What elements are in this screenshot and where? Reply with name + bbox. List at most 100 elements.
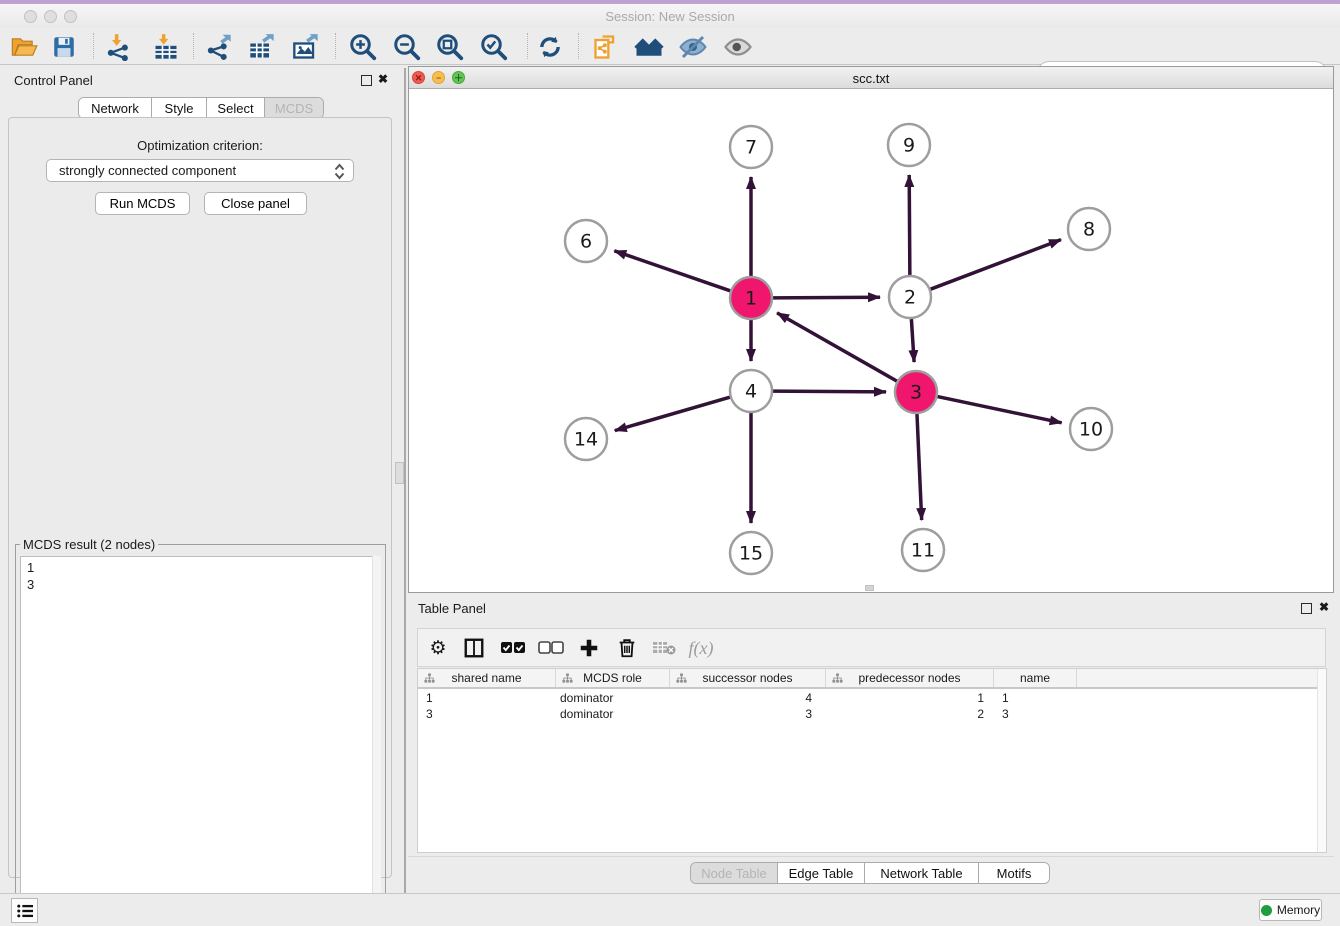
import-table-icon[interactable] [150,31,182,63]
memory-label: Memory [1277,903,1320,917]
table-cell[interactable]: 3 [418,707,556,723]
table-panel: Table Panel ✖ ⚙ f(x) [408,595,1334,888]
graph-node-label-7: 7 [745,137,757,159]
tab-network[interactable]: Network [79,98,152,118]
zoom-out-icon[interactable] [391,31,423,63]
close-panel-button[interactable]: Close panel [204,192,307,215]
refresh-view-icon[interactable] [534,31,566,63]
graph-edge-3-1[interactable] [777,313,897,381]
table-toolbar: ⚙ f(x) [417,628,1326,667]
close-table-panel-icon[interactable]: ✖ [1319,600,1329,614]
graph-node-label-14: 14 [574,429,598,451]
table-cell[interactable]: 3 [994,707,1077,723]
table-cell[interactable]: dominator [556,707,670,723]
save-session-icon[interactable] [48,31,80,63]
column-header-predecessor-nodes[interactable]: predecessor nodes [826,669,994,687]
mcds-result-text[interactable]: 1 3 [20,556,381,920]
split-panel-icon[interactable] [459,633,489,663]
graph-edge-1-2[interactable] [773,297,880,298]
network-resize-handle[interactable] [865,585,874,591]
export-table-icon[interactable] [246,31,278,63]
float-table-panel-icon[interactable] [1301,603,1312,614]
float-panel-icon[interactable] [361,75,372,86]
tab-edge-table[interactable]: Edge Table [778,863,865,883]
zoom-in-icon[interactable] [347,31,379,63]
tab-mcds[interactable]: MCDS [265,98,323,118]
delete-table-icon[interactable] [649,633,679,663]
table-scrollbar[interactable] [1317,669,1326,852]
import-network-icon[interactable] [103,31,135,63]
graph-node-label-9: 9 [903,135,915,157]
delete-column-icon[interactable] [612,633,642,663]
graph-edge-1-6[interactable] [614,251,730,291]
panel-divider[interactable] [404,68,406,893]
graph-edge-3-11[interactable] [917,414,922,520]
mcds-result-title: MCDS result (2 nodes) [20,537,158,552]
graph-edge-2-9[interactable] [909,175,910,275]
table-cell[interactable]: 1 [994,691,1077,707]
tab-select[interactable]: Select [207,98,265,118]
open-session-icon[interactable] [8,31,40,63]
table-tabs-row: Node Table Edge Table Network Table Moti… [408,856,1334,888]
graph-node-label-11: 11 [911,540,935,562]
deselect-all-checkboxes-icon[interactable] [536,633,566,663]
panel-divider-handle[interactable] [395,462,404,484]
export-image-icon[interactable] [290,31,322,63]
table-cell[interactable]: 4 [670,691,826,707]
tab-node-table[interactable]: Node Table [691,863,778,883]
duplicate-network-icon[interactable] [590,31,622,63]
zoom-fit-icon[interactable] [434,31,466,63]
control-panel-tabs: Network Style Select MCDS [78,97,324,119]
table-cell[interactable]: dominator [556,691,670,707]
show-panels-list-icon[interactable] [11,898,38,923]
column-label: successor nodes [702,671,792,685]
tab-network-table[interactable]: Network Table [865,863,979,883]
graph-node-label-1: 1 [745,288,757,310]
column-header-successor-nodes[interactable]: successor nodes [670,669,826,687]
add-column-icon[interactable] [574,633,604,663]
memory-button[interactable]: Memory [1259,899,1322,921]
network-window-titlebar[interactable]: ✕ − ＋ scc.txt [409,67,1333,89]
column-header-shared-name[interactable]: shared name [418,669,556,687]
settings-gear-icon[interactable]: ⚙ [423,633,453,663]
column-header-MCDS-role[interactable]: MCDS role [556,669,670,687]
first-neighbors-icon[interactable] [633,31,665,63]
hide-selected-icon[interactable] [677,31,709,63]
table-cell[interactable]: 1 [418,691,556,707]
table-body: 1dominator4113dominator323 [418,691,1317,852]
optimization-criterion-label: Optimization criterion: [9,138,391,153]
table-cell[interactable]: 3 [670,707,826,723]
graph-node-label-2: 2 [904,287,916,309]
network-view-window: ✕ − ＋ scc.txt 7968124314101511 [408,66,1334,593]
graph-edge-4-3[interactable] [773,391,886,392]
graph-edge-4-14[interactable] [615,397,730,430]
column-label: MCDS role [583,671,642,685]
memory-status-icon [1261,905,1272,916]
application-window: Session: New Session [0,0,1340,926]
close-panel-icon[interactable]: ✖ [378,72,388,86]
column-label: name [1020,671,1050,685]
tab-style[interactable]: Style [152,98,207,118]
table-row[interactable]: 1dominator411 [418,691,1317,707]
graph-node-label-15: 15 [739,543,763,565]
table-row[interactable]: 3dominator323 [418,707,1317,723]
graph-edge-2-8[interactable] [931,240,1061,290]
network-canvas[interactable]: 7968124314101511 [409,89,1333,592]
graph-edge-2-3[interactable] [911,319,914,362]
function-builder-icon[interactable]: f(x) [686,633,716,663]
show-all-icon[interactable] [722,31,754,63]
tab-motifs[interactable]: Motifs [979,863,1049,883]
column-header-name[interactable]: name [994,669,1077,687]
mcds-panel: Optimization criterion: strongly connect… [8,117,392,878]
table-cell[interactable]: 1 [826,691,994,707]
table-cell[interactable]: 2 [826,707,994,723]
graph-edge-3-10[interactable] [938,397,1062,423]
result-scrollbar[interactable] [372,556,381,920]
graph-node-label-4: 4 [745,381,757,403]
export-network-icon[interactable] [203,31,235,63]
select-all-checkboxes-icon[interactable] [498,633,528,663]
run-mcds-button[interactable]: Run MCDS [95,192,190,215]
zoom-selected-icon[interactable] [478,31,510,63]
optimization-criterion-select[interactable]: strongly connected component [46,159,354,182]
graph-node-label-6: 6 [580,231,592,253]
